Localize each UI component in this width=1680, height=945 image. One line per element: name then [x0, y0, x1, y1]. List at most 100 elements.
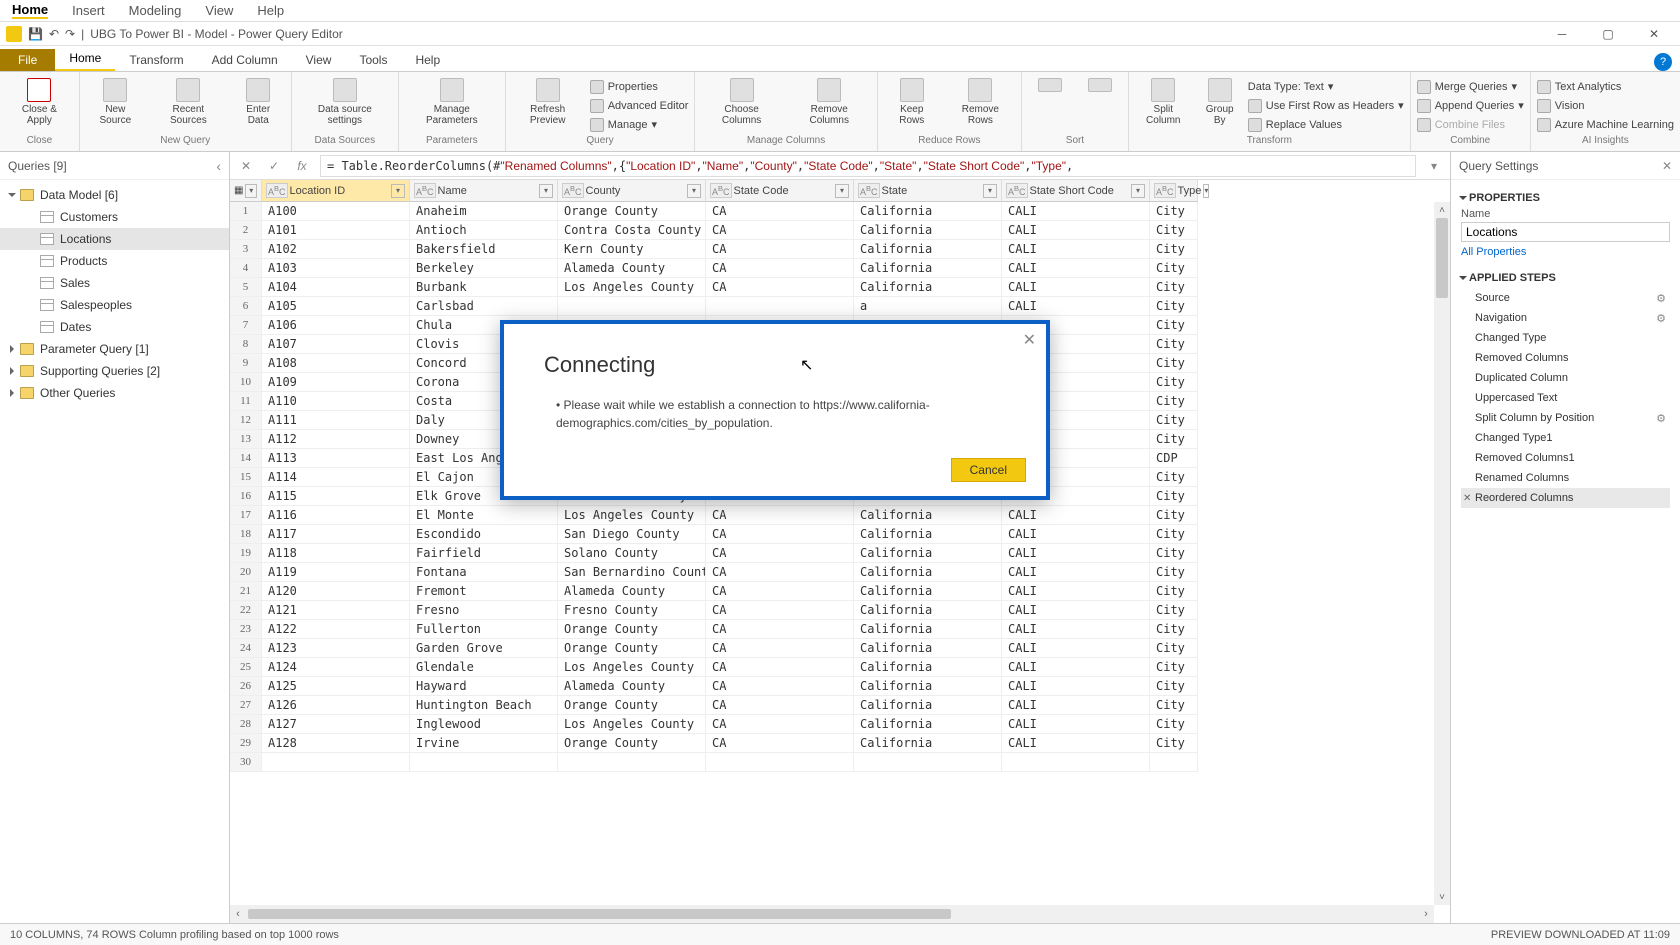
window-close-button[interactable]: ✕ — [1634, 23, 1674, 45]
grid-cell[interactable]: City — [1150, 620, 1198, 639]
row-header[interactable]: 17 — [230, 506, 262, 525]
grid-cell[interactable]: Inglewood — [410, 715, 558, 734]
grid-cell[interactable]: California — [854, 734, 1002, 753]
grid-cell[interactable]: Orange County — [558, 620, 706, 639]
grid-cell[interactable] — [1150, 753, 1198, 772]
scroll-up-icon[interactable]: ˄ — [1434, 202, 1450, 218]
grid-cell[interactable]: A100 — [262, 202, 410, 221]
applied-step[interactable]: Navigation⚙ — [1461, 308, 1670, 328]
grid-cell[interactable]: CALI — [1002, 525, 1150, 544]
ribbon-tab-view[interactable]: View — [292, 49, 346, 71]
grid-cell[interactable]: Bakersfield — [410, 240, 558, 259]
grid-cell[interactable]: CA — [706, 544, 854, 563]
query-item[interactable]: Customers — [0, 206, 229, 228]
data-source-settings-button[interactable]: Data source settings — [298, 76, 392, 135]
grid-cell[interactable]: A126 — [262, 696, 410, 715]
grid-cell[interactable]: El Monte — [410, 506, 558, 525]
query-folder[interactable]: Parameter Query [1] — [0, 338, 229, 360]
scroll-right-icon[interactable]: › — [1418, 908, 1434, 920]
applied-step[interactable]: Split Column by Position⚙ — [1461, 408, 1670, 428]
grid-cell[interactable]: California — [854, 715, 1002, 734]
query-item[interactable]: Salespeoples — [0, 294, 229, 316]
row-header[interactable]: 24 — [230, 639, 262, 658]
all-properties-link[interactable]: All Properties — [1461, 246, 1670, 258]
row-header[interactable]: 9 — [230, 354, 262, 373]
ribbon-tab-file[interactable]: File — [0, 49, 55, 71]
grid-cell[interactable]: A125 — [262, 677, 410, 696]
qat-save-icon[interactable]: 💾 — [28, 27, 43, 41]
grid-cell[interactable]: Escondido — [410, 525, 558, 544]
grid-cell[interactable]: City — [1150, 601, 1198, 620]
grid-cell[interactable]: A106 — [262, 316, 410, 335]
grid-cell[interactable] — [706, 753, 854, 772]
group-by-button[interactable]: Group By — [1198, 76, 1242, 135]
grid-cell[interactable]: City — [1150, 259, 1198, 278]
grid-cell[interactable]: City — [1150, 525, 1198, 544]
grid-cell[interactable]: CALI — [1002, 202, 1150, 221]
grid-cell[interactable]: Anaheim — [410, 202, 558, 221]
grid-cell[interactable]: California — [854, 240, 1002, 259]
grid-cell[interactable]: City — [1150, 658, 1198, 677]
grid-cell[interactable]: Contra Costa County — [558, 221, 706, 240]
help-icon[interactable]: ? — [1654, 53, 1672, 71]
row-header[interactable]: 25 — [230, 658, 262, 677]
grid-cell[interactable]: City — [1150, 696, 1198, 715]
formula-cancel-button[interactable]: ✕ — [236, 156, 256, 176]
grid-cell[interactable]: California — [854, 278, 1002, 297]
formula-expand-button[interactable]: ▾ — [1424, 156, 1444, 176]
qat-undo-icon[interactable]: ↶ — [49, 27, 59, 41]
row-header[interactable]: 29 — [230, 734, 262, 753]
row-header[interactable]: 15 — [230, 468, 262, 487]
grid-cell[interactable]: CALI — [1002, 620, 1150, 639]
grid-cell[interactable]: CA — [706, 715, 854, 734]
grid-cell[interactable]: A105 — [262, 297, 410, 316]
manage-parameters-button[interactable]: Manage Parameters — [405, 76, 499, 135]
step-gear-icon[interactable]: ⚙ — [1656, 292, 1666, 305]
vscroll-thumb[interactable] — [1436, 218, 1448, 298]
grid-cell[interactable]: A110 — [262, 392, 410, 411]
applied-step[interactable]: Renamed Columns — [1461, 468, 1670, 488]
properties-button[interactable]: Properties — [590, 78, 689, 96]
row-header[interactable]: 27 — [230, 696, 262, 715]
grid-cell[interactable]: A111 — [262, 411, 410, 430]
grid-cell[interactable]: City — [1150, 582, 1198, 601]
dialog-cancel-button[interactable]: Cancel — [951, 458, 1026, 482]
grid-cell[interactable]: CA — [706, 696, 854, 715]
step-gear-icon[interactable]: ⚙ — [1656, 312, 1666, 325]
grid-cell[interactable]: A116 — [262, 506, 410, 525]
grid-cell[interactable]: Glendale — [410, 658, 558, 677]
grid-cell[interactable]: City — [1150, 677, 1198, 696]
grid-cell[interactable]: City — [1150, 373, 1198, 392]
split-column-button[interactable]: Split Column — [1135, 76, 1192, 135]
remove-rows-button[interactable]: Remove Rows — [946, 76, 1015, 135]
grid-cell[interactable]: A109 — [262, 373, 410, 392]
window-minimize-button[interactable]: ─ — [1542, 23, 1582, 45]
grid-cell[interactable]: CA — [706, 240, 854, 259]
query-item[interactable]: Products — [0, 250, 229, 272]
grid-cell[interactable]: CA — [706, 677, 854, 696]
grid-cell[interactable]: A120 — [262, 582, 410, 601]
row-header[interactable]: 30 — [230, 753, 262, 772]
grid-cell[interactable]: A119 — [262, 563, 410, 582]
grid-cell[interactable]: Solano County — [558, 544, 706, 563]
sort-desc-button[interactable] — [1078, 76, 1122, 135]
grid-cell[interactable]: Irvine — [410, 734, 558, 753]
grid-cell[interactable]: Fresno — [410, 601, 558, 620]
row-header[interactable]: 26 — [230, 677, 262, 696]
grid-cell[interactable]: CALI — [1002, 582, 1150, 601]
row-header[interactable]: 28 — [230, 715, 262, 734]
grid-cell[interactable]: City — [1150, 335, 1198, 354]
applied-step[interactable]: ✕Reordered Columns — [1461, 488, 1670, 508]
grid-cell[interactable]: California — [854, 696, 1002, 715]
grid-cell[interactable]: City — [1150, 240, 1198, 259]
grid-cell[interactable]: CA — [706, 202, 854, 221]
sort-asc-button[interactable] — [1028, 76, 1072, 135]
grid-cell[interactable]: CALI — [1002, 734, 1150, 753]
combine-files-button[interactable]: Combine Files — [1417, 116, 1524, 134]
grid-cell[interactable]: A114 — [262, 468, 410, 487]
grid-cell[interactable]: Antioch — [410, 221, 558, 240]
grid-cell[interactable]: CALI — [1002, 506, 1150, 525]
row-header[interactable]: 11 — [230, 392, 262, 411]
grid-cell[interactable]: City — [1150, 297, 1198, 316]
scroll-down-icon[interactable]: ˅ — [1434, 889, 1450, 905]
